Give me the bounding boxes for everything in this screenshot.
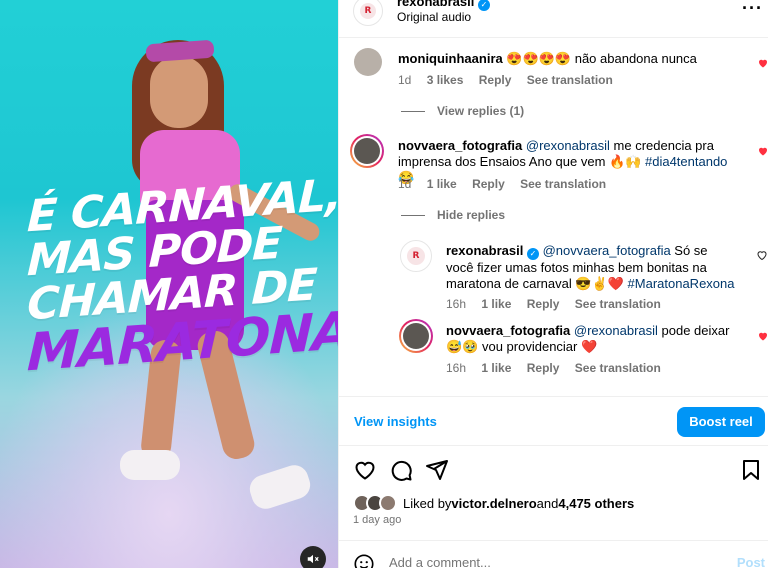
reply-button[interactable]: Reply <box>527 297 560 311</box>
reply-age: 16h <box>446 361 467 375</box>
likes-summary: Liked by victor.delnero and 4,475 others <box>353 494 634 512</box>
reply-likes[interactable]: 1 like <box>481 361 511 375</box>
see-translation-button[interactable]: See translation <box>520 177 606 191</box>
reply-avatar[interactable] <box>399 319 433 353</box>
comment-hashtag[interactable]: #dia4tentando <box>641 154 727 169</box>
boost-reel-button[interactable]: Boost reel <box>677 407 765 437</box>
comment-body: moniquinhaanira 😍😍😍😍 não abandona nunca <box>398 51 728 67</box>
add-comment-input[interactable] <box>389 555 689 568</box>
comment-meta: 1d 3 likes Reply See translation <box>398 73 625 87</box>
see-translation-button[interactable]: See translation <box>527 73 613 87</box>
video-caption-overlay: É CARNAVAL, MAS PODE CHAMAR DE MARATONA <box>26 170 338 384</box>
reply-button[interactable]: Reply <box>527 361 560 375</box>
insights-bar: View insights Boost reel <box>339 396 768 446</box>
view-replies-label: View replies (1) <box>437 104 525 118</box>
post-header: R rexonabrasil ✓ Original audio ··· <box>339 0 768 38</box>
reply-age: 16h <box>446 297 467 311</box>
reply-meta: 16h 1 like Reply See translation <box>446 361 673 375</box>
liked-by-prefix: Liked by <box>403 495 452 511</box>
author-avatar[interactable]: R <box>353 0 383 26</box>
reply-body: rexonabrasil ✓ @novvaera_fotografia Só s… <box>446 243 736 292</box>
reel-video[interactable]: É CARNAVAL, MAS PODE CHAMAR DE MARATONA <box>0 0 338 568</box>
reply-meta: 16h 1 like Reply See translation <box>446 297 673 311</box>
share-send-icon[interactable] <box>425 458 449 482</box>
liked-by-others[interactable]: 4,475 others <box>558 496 634 511</box>
post-actions <box>353 458 763 482</box>
reply-mention[interactable]: @rexonabrasil <box>574 323 658 338</box>
more-options-icon[interactable]: ··· <box>742 0 763 19</box>
emoji-smile-icon[interactable] <box>353 553 375 568</box>
liked-heart-icon[interactable] <box>757 57 768 69</box>
view-replies-toggle[interactable]: View replies (1) <box>401 104 524 118</box>
author-username[interactable]: rexonabrasil <box>397 0 474 9</box>
hide-replies-toggle[interactable]: Hide replies <box>401 208 505 222</box>
heart-outline-icon[interactable] <box>756 249 768 261</box>
liker-avatars <box>353 494 399 512</box>
liked-by-user[interactable]: victor.delnero <box>451 496 536 511</box>
hide-replies-label: Hide replies <box>437 208 506 222</box>
commenter-avatar[interactable] <box>354 48 382 76</box>
comment-mention[interactable]: @rexonabrasil <box>526 138 610 153</box>
reply-avatar[interactable]: R <box>400 240 432 272</box>
post-side-panel: R rexonabrasil ✓ Original audio ··· moni… <box>338 0 768 568</box>
see-translation-button[interactable]: See translation <box>575 297 661 311</box>
reply-button[interactable]: Reply <box>472 177 505 191</box>
comment-age: 1d <box>398 177 412 191</box>
like-heart-icon[interactable] <box>353 458 377 482</box>
reply-username[interactable]: novvaera_fotografia <box>446 323 570 338</box>
comment-age: 1d <box>398 73 412 87</box>
view-insights-link[interactable]: View insights <box>354 414 437 429</box>
reply-button[interactable]: Reply <box>479 73 512 87</box>
verified-badge-icon: ✓ <box>477 0 490 11</box>
comment-text: 😍😍😍😍 não abandona nunca <box>506 51 697 66</box>
reply-likes[interactable]: 1 like <box>481 297 511 311</box>
reply-mention[interactable]: @novvaera_fotografia <box>543 243 671 258</box>
speaker-muted-icon <box>307 554 319 564</box>
liked-heart-icon[interactable] <box>757 330 768 342</box>
comment-bubble-icon[interactable] <box>389 458 413 482</box>
mute-button[interactable] <box>300 546 326 568</box>
bookmark-save-icon[interactable] <box>739 458 763 482</box>
liked-by-and: and <box>536 495 559 511</box>
comment-username[interactable]: moniquinhaanira <box>398 51 503 66</box>
comment-likes[interactable]: 3 likes <box>427 73 464 87</box>
comment-username[interactable]: novvaera_fotografia <box>398 138 522 153</box>
comment-likes[interactable]: 1 like <box>427 177 457 191</box>
post-timestamp[interactable]: 1 day ago <box>353 514 401 526</box>
reply-body: novvaera_fotografia @rexonabrasil pode d… <box>446 323 738 355</box>
audio-label[interactable]: Original audio <box>397 10 471 24</box>
comment-composer: Post <box>339 540 768 568</box>
reply-username[interactable]: rexonabrasil <box>446 243 523 258</box>
post-comment-button[interactable]: Post <box>737 555 765 568</box>
commenter-avatar[interactable] <box>350 134 384 168</box>
comment-meta: 1d 1 like Reply See translation <box>398 177 618 191</box>
see-translation-button[interactable]: See translation <box>575 361 661 375</box>
liked-heart-icon[interactable] <box>757 145 768 157</box>
verified-badge-icon: ✓ <box>526 248 539 260</box>
reply-hashtag[interactable]: #MaratonaRexona <box>624 276 735 291</box>
